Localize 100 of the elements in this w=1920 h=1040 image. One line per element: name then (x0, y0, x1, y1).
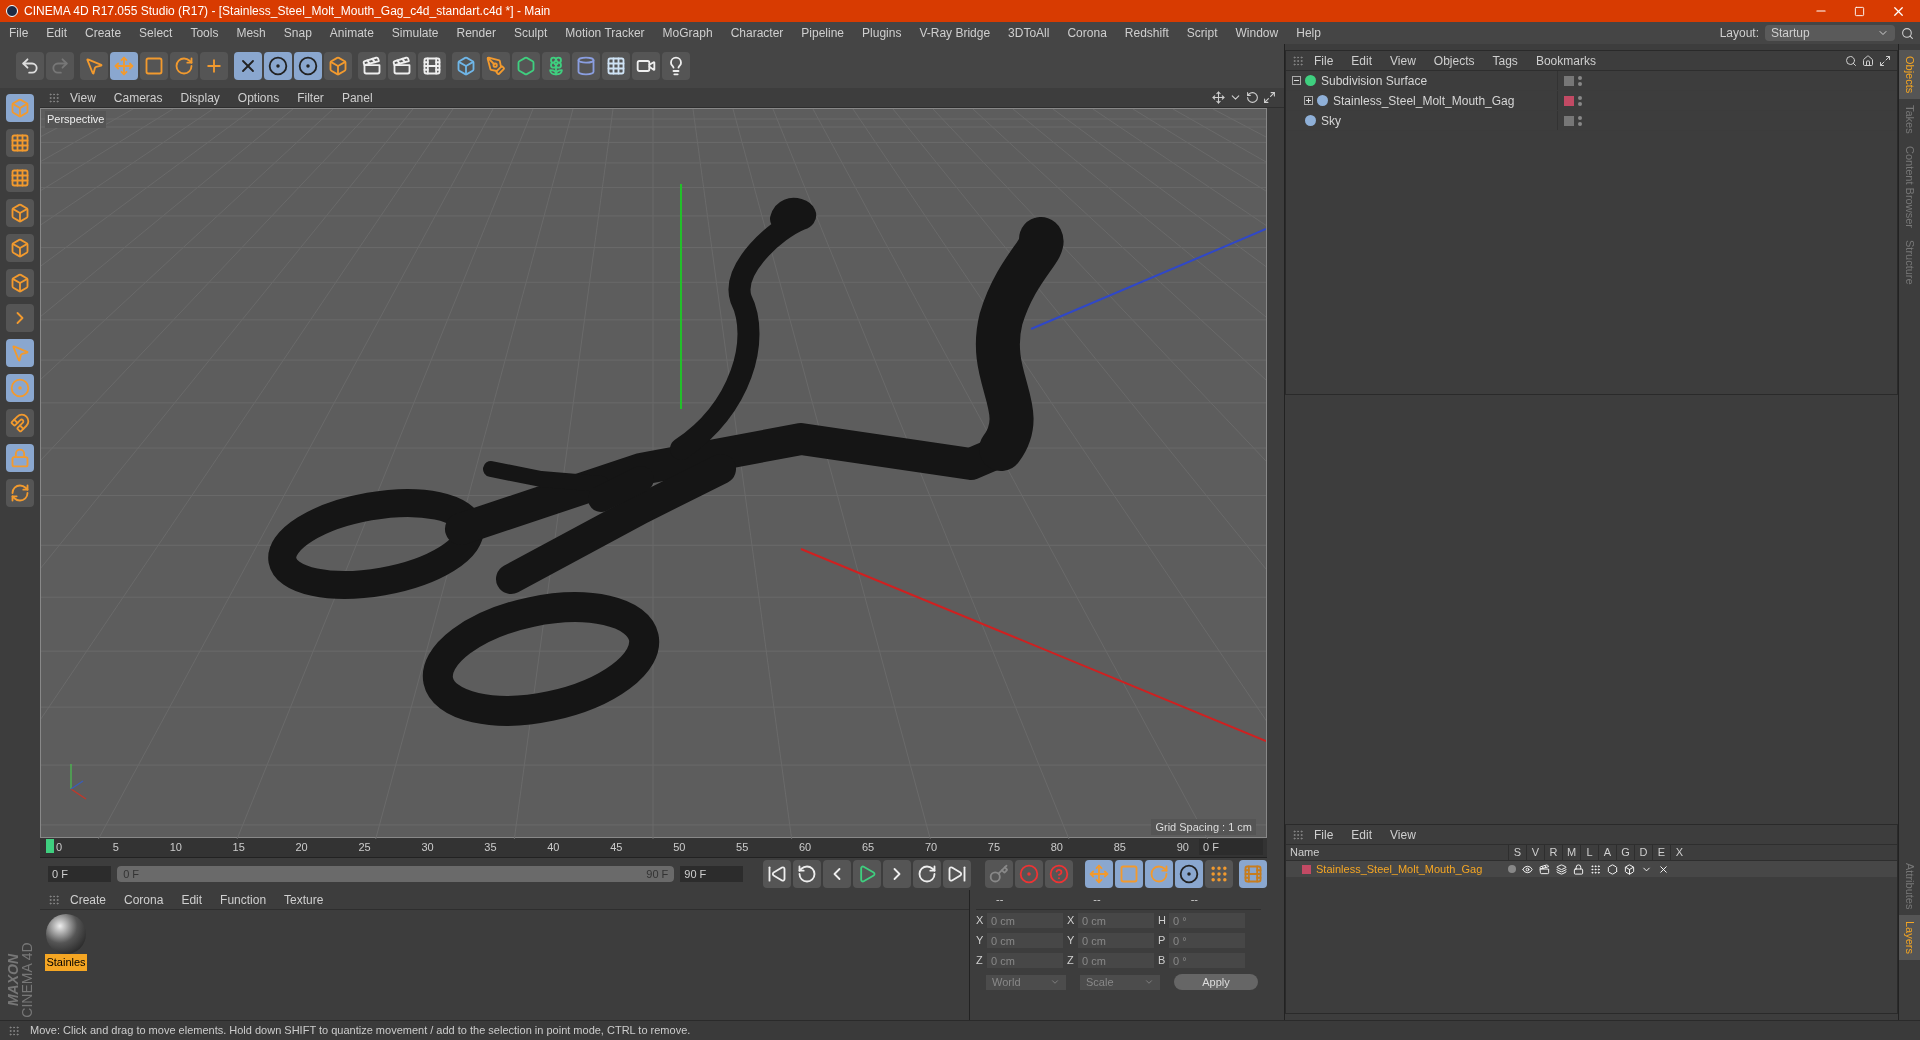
render-picture-icon[interactable] (388, 52, 416, 80)
menu-item[interactable]: Edit (1351, 51, 1373, 70)
collapse-icon[interactable] (1292, 76, 1301, 85)
menu-item[interactable]: Bookmarks (1535, 51, 1596, 70)
object-name[interactable]: Stainless_Steel_Molt_Mouth_Gag (1333, 91, 1515, 110)
menu-item[interactable]: Options (237, 88, 280, 107)
pan-icon[interactable] (1212, 91, 1225, 104)
menu-item[interactable]: Pipeline (801, 24, 845, 42)
menu-item[interactable]: Create (85, 24, 122, 42)
menu-item[interactable]: Edit (181, 890, 203, 909)
side-tab[interactable]: Layers (1899, 914, 1920, 960)
menu-item[interactable]: Function (220, 890, 267, 909)
next-frame-icon[interactable] (883, 860, 912, 888)
mouth-gag-model-drawing[interactable] (268, 197, 1064, 726)
apply-button[interactable]: Apply (1174, 974, 1258, 990)
maximize-icon[interactable] (1263, 91, 1276, 104)
menu-item[interactable]: Select (139, 24, 173, 42)
record-icon[interactable] (1015, 860, 1044, 888)
next-key-icon[interactable] (913, 860, 942, 888)
timeline-ruler[interactable]: 0 5 10 15 20 25 30 35 40 45 50 55 60 65 70 75 80 85 90 (46, 837, 1189, 857)
status-dots-icon[interactable] (1578, 95, 1582, 106)
search-icon[interactable] (1845, 54, 1857, 67)
object-name[interactable]: Sky (1321, 111, 1341, 130)
panel-grip-icon[interactable] (48, 91, 60, 104)
restore-icon[interactable] (1854, 5, 1865, 17)
menu-item[interactable]: Sculpt (513, 24, 548, 42)
scale-icon[interactable] (140, 52, 168, 80)
panel-grip-icon[interactable] (1292, 54, 1304, 67)
status-dots-icon[interactable] (1578, 75, 1582, 86)
menu-item[interactable]: File (1314, 825, 1334, 844)
expand-icon[interactable] (1304, 96, 1313, 105)
x-axis-icon[interactable] (234, 52, 262, 80)
menu-item[interactable]: Display (180, 88, 220, 107)
menu-item[interactable]: Texture (284, 890, 324, 909)
play-icon[interactable] (853, 860, 882, 888)
menu-item[interactable]: File (9, 24, 29, 42)
menu-item[interactable]: Mesh (236, 24, 266, 42)
menu-item[interactable]: Window (1235, 24, 1279, 42)
light-icon[interactable] (662, 52, 690, 80)
panel-grip-icon[interactable] (8, 1024, 20, 1037)
menu-item[interactable]: Objects (1433, 51, 1475, 70)
grid-plane-icon[interactable] (6, 164, 34, 192)
go-to-start-icon[interactable] (763, 860, 792, 888)
menu-item[interactable]: Script (1186, 24, 1218, 42)
home-icon[interactable] (1862, 54, 1874, 67)
start-frame-field[interactable]: 0 F (48, 866, 112, 882)
move-key-icon[interactable] (1085, 860, 1114, 888)
menu-item[interactable]: MoGraph (662, 24, 713, 42)
select-icon[interactable] (80, 52, 108, 80)
current-frame-field[interactable]: 0 F (1199, 839, 1263, 855)
render-icon[interactable] (1539, 863, 1550, 875)
menu-item[interactable]: Animate (329, 24, 374, 42)
panel-grip-icon[interactable] (1292, 828, 1304, 841)
orbit-icon[interactable] (1246, 91, 1259, 104)
rotate-icon[interactable] (170, 52, 198, 80)
search-icon[interactable] (1901, 26, 1914, 40)
floor-icon[interactable] (602, 52, 630, 80)
menu-item[interactable]: Help (1296, 24, 1321, 42)
menu-item[interactable]: Motion Tracker (565, 24, 645, 42)
material-name[interactable]: Stainles (45, 954, 87, 971)
previous-frame-icon[interactable] (823, 860, 852, 888)
menu-item[interactable]: Corona (124, 890, 164, 909)
menu-item[interactable]: View (1390, 825, 1416, 844)
undo-icon[interactable] (16, 52, 44, 80)
editor-toggle-icon[interactable] (1564, 75, 1574, 86)
status-dots-icon[interactable] (1578, 115, 1582, 126)
menu-item[interactable]: Plugins (862, 24, 902, 42)
editor-toggle-icon[interactable] (1564, 115, 1574, 126)
eye-icon[interactable] (1522, 863, 1533, 875)
rotate-key-icon[interactable] (1145, 860, 1174, 888)
go-to-end-icon[interactable] (943, 860, 972, 888)
menu-item[interactable]: Tags (1492, 51, 1518, 70)
menu-item[interactable]: File (1314, 51, 1334, 70)
pen-icon[interactable] (482, 52, 510, 80)
transform-icon[interactable] (200, 52, 228, 80)
menu-item[interactable]: Edit (46, 24, 68, 42)
menu-item[interactable]: Render (456, 24, 496, 42)
menu-item[interactable]: View (70, 88, 96, 107)
camera-icon[interactable] (632, 52, 660, 80)
side-tab[interactable]: Objects (1899, 50, 1920, 100)
render-view-icon[interactable] (358, 52, 386, 80)
scale-key-icon[interactable] (1115, 860, 1144, 888)
menu-item[interactable]: Redshift (1124, 24, 1169, 42)
coordinate-system-icon[interactable] (324, 52, 352, 80)
cube-icon[interactable] (452, 52, 480, 80)
menu-item[interactable]: Filter (297, 88, 324, 107)
menu-item[interactable]: Cameras (113, 88, 163, 107)
menu-item[interactable]: Character (730, 24, 784, 42)
menu-item[interactable]: Tools (190, 24, 219, 42)
key-icon[interactable] (985, 860, 1014, 888)
grid-rotate-icon[interactable] (6, 479, 34, 507)
magnet-icon[interactable] (6, 409, 34, 437)
layer-color-swatch[interactable] (1302, 864, 1311, 874)
menu-item[interactable]: Corona (1067, 24, 1107, 42)
end-frame-field[interactable]: 90 F (680, 866, 744, 882)
playhead-marker[interactable] (46, 839, 54, 853)
menu-item[interactable]: Snap (283, 24, 312, 42)
maximize-icon[interactable] (1879, 54, 1891, 67)
help-icon[interactable] (1045, 860, 1074, 888)
object-name[interactable]: Subdivision Surface (1321, 71, 1428, 90)
